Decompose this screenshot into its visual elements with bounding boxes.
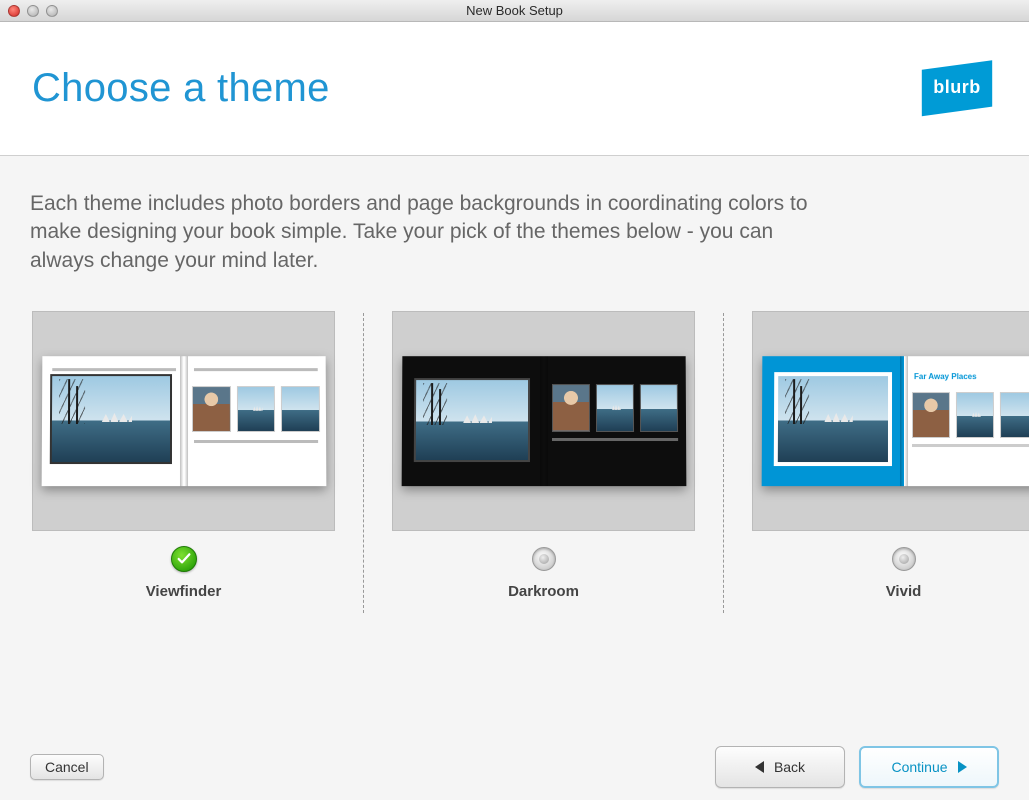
theme-list: Viewfinder: [30, 311, 999, 613]
blurb-logo: blurb: [917, 55, 997, 123]
theme-name-label: Darkroom: [508, 583, 579, 600]
preview-right-title: Far Away Places: [913, 372, 976, 381]
divider: [723, 313, 724, 613]
book-spread-preview: [401, 356, 686, 486]
radio-icon: [892, 547, 916, 571]
preview-right-page: [184, 356, 326, 486]
page-description: Each theme includes photo borders and pa…: [30, 190, 840, 275]
close-window-button[interactable]: [8, 5, 20, 17]
theme-radio[interactable]: [532, 545, 556, 573]
preview-right-page: [544, 356, 686, 486]
preview-right-page: Far Away Places: [904, 356, 1029, 486]
theme-name-label: Viewfinder: [146, 583, 222, 600]
theme-preview: [392, 311, 695, 531]
book-spread-preview: Far Away Places: [761, 356, 1029, 486]
checkmark-icon: [171, 546, 197, 572]
cancel-button[interactable]: Cancel: [30, 754, 104, 780]
zoom-window-button[interactable]: [46, 5, 58, 17]
theme-option-viewfinder[interactable]: Viewfinder: [32, 311, 335, 613]
triangle-left-icon: [755, 761, 764, 773]
triangle-right-icon: [958, 761, 967, 773]
theme-selected-indicator: [171, 545, 197, 573]
theme-radio[interactable]: [892, 545, 916, 573]
divider: [363, 313, 364, 613]
theme-option-vivid[interactable]: Far Away Places Vivid: [752, 311, 1029, 613]
continue-button[interactable]: Continue: [859, 746, 999, 788]
back-button[interactable]: Back: [715, 746, 845, 788]
window-title: New Book Setup: [0, 3, 1029, 18]
theme-option-darkroom[interactable]: Darkroom: [392, 311, 695, 613]
theme-preview: Far Away Places: [752, 311, 1029, 531]
theme-name-label: Vivid: [886, 583, 922, 600]
back-button-label: Back: [774, 759, 805, 775]
wizard-footer: Cancel Back Continue: [0, 746, 1029, 788]
page-title: Choose a theme: [32, 66, 330, 111]
book-spread-preview: [41, 356, 326, 486]
preview-left-page: [401, 356, 543, 486]
preview-left-page: [41, 356, 183, 486]
blurb-logo-text: blurb: [917, 77, 997, 98]
minimize-window-button[interactable]: [27, 5, 39, 17]
radio-icon: [532, 547, 556, 571]
wizard-body: Each theme includes photo borders and pa…: [0, 156, 1029, 613]
preview-left-page: [761, 356, 903, 486]
window-controls: [0, 5, 58, 17]
cancel-button-label: Cancel: [45, 759, 89, 775]
continue-button-label: Continue: [891, 759, 947, 775]
window-titlebar: New Book Setup: [0, 0, 1029, 22]
wizard-header: Choose a theme blurb: [0, 22, 1029, 156]
theme-preview: [32, 311, 335, 531]
